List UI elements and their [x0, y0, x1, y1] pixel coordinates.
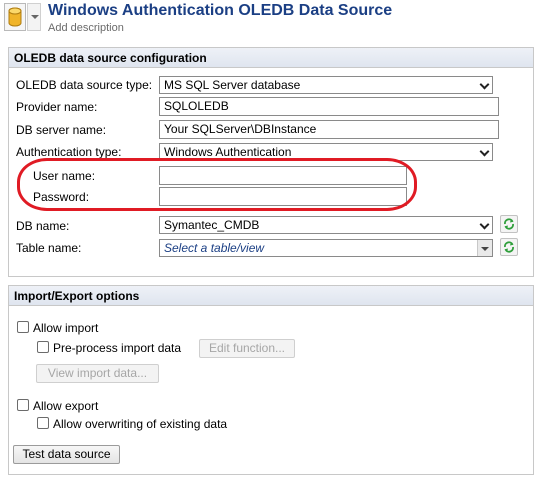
source-type-value: MS SQL Server database [164, 78, 301, 92]
auth-type-label: Authentication type: [16, 145, 122, 159]
chevron-down-icon [479, 146, 490, 157]
allow-overwriting-label: Allow overwriting of existing data [53, 417, 228, 431]
preprocess-import-checkbox[interactable] [37, 341, 49, 353]
table-name-placeholder: Select a table/view [164, 241, 265, 255]
table-name-combobox[interactable]: Select a table/view [159, 239, 493, 257]
add-description-link[interactable]: Add description [48, 22, 124, 34]
refresh-table-button[interactable] [500, 238, 518, 256]
server-input[interactable]: Your SQLServer\DBInstance [159, 120, 499, 139]
chevron-down-icon [481, 247, 489, 251]
refresh-db-button[interactable] [500, 215, 518, 233]
chevron-down-icon [31, 15, 39, 19]
chevron-down-icon [479, 219, 490, 230]
allow-export-checkbox[interactable] [17, 399, 29, 411]
source-type-select[interactable]: MS SQL Server database [159, 76, 493, 94]
allow-export-label: Allow export [33, 399, 99, 413]
refresh-icon [504, 241, 514, 253]
test-data-source-button[interactable]: Test data source [13, 445, 120, 464]
source-type-label: OLEDB data source type: [16, 78, 153, 92]
allow-overwriting-checkbox[interactable] [37, 417, 49, 429]
icon-dropdown-button[interactable] [27, 3, 41, 31]
oledb-config-heading: OLEDB data source configuration [9, 48, 533, 68]
import-export-heading: Import/Export options [9, 286, 533, 306]
edit-function-button[interactable]: Edit function... [199, 339, 295, 358]
allow-import-checkbox[interactable] [17, 321, 29, 333]
server-label: DB server name: [16, 123, 107, 137]
db-name-select[interactable]: Symantec_CMDB [159, 216, 493, 234]
provider-input[interactable]: SQLOLEDB [159, 97, 499, 116]
allow-import-label: Allow import [33, 321, 99, 335]
page-title: Windows Authentication OLEDB Data Source [48, 2, 393, 19]
highlight-annotation [17, 158, 417, 211]
data-source-icon [4, 3, 26, 31]
auth-type-value: Windows Authentication [164, 145, 292, 159]
provider-label: Provider name: [16, 100, 98, 114]
table-name-label: Table name: [16, 241, 82, 255]
refresh-icon [504, 218, 514, 230]
preprocess-import-label: Pre-process import data [53, 341, 182, 355]
chevron-down-icon [479, 79, 490, 90]
table-dropdown-button[interactable] [477, 240, 492, 256]
view-import-data-button[interactable]: View import data... [36, 364, 159, 383]
db-name-label: DB name: [16, 219, 70, 233]
db-name-value: Symantec_CMDB [164, 218, 260, 232]
